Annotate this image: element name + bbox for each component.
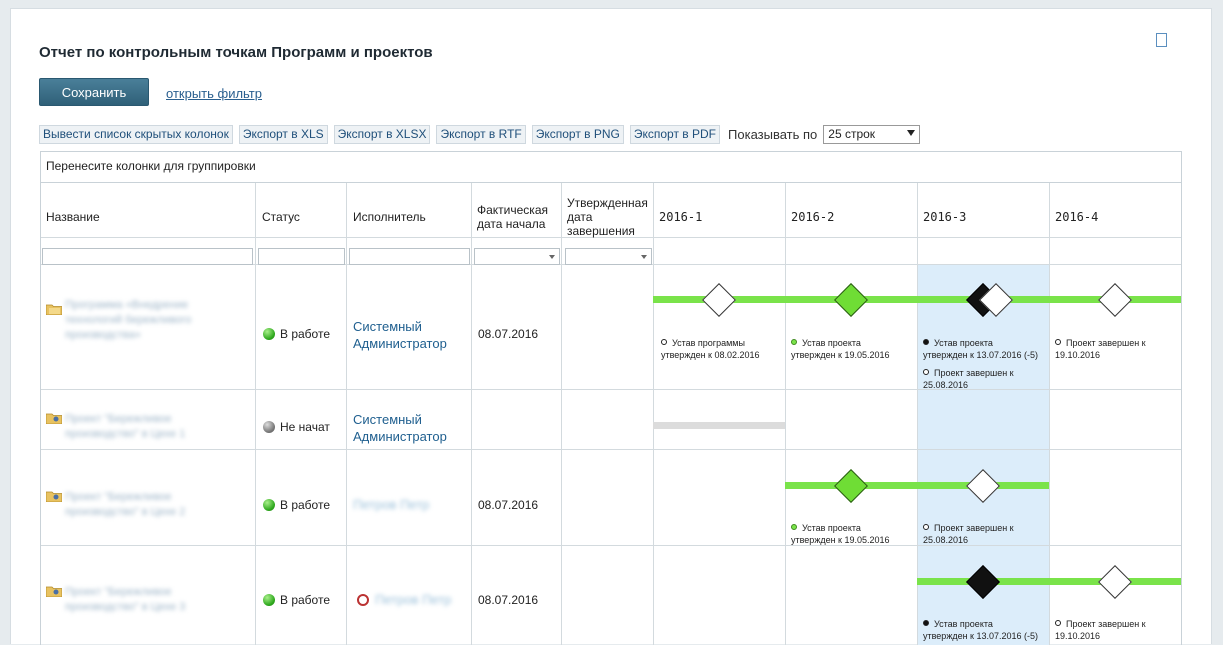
status-filter-input[interactable] (258, 248, 345, 265)
milestone-diamond-icon[interactable] (834, 283, 868, 317)
export-png-button[interactable]: Экспорт в PNG (531, 124, 624, 144)
col-divider (1049, 183, 1050, 645)
col-header-start-line: дата начала (477, 217, 546, 231)
page-size-value: 25 строк (828, 126, 876, 141)
row-1-milestone-3b-label: Проект завершен к 25.08.2016 (923, 368, 1014, 390)
row-3-status: В работе (263, 498, 330, 512)
export-xlsx-button[interactable]: Экспорт в XLSX (333, 124, 431, 144)
row-1-name[interactable]: Программа «Внедрение технологий бережлив… (65, 298, 191, 343)
row-4-milestone-3-label: Устав проекта утвержден к 13.07.2016 (-5… (923, 619, 1039, 641)
export-toolbar: Вывести список скрытых колонок Экспорт в… (39, 124, 921, 144)
col-divider (255, 183, 256, 645)
end-date-filter[interactable] (565, 248, 652, 265)
col-header-end-line: Утвержденная (567, 196, 648, 210)
col-divider (653, 183, 654, 645)
row-3-assignee[interactable]: Петров Петр (353, 496, 429, 513)
row-4-milestone-4-label: Проект завершен к 19.10.2016 (1055, 619, 1146, 641)
row-4-assignee[interactable]: Петров Петр (375, 591, 451, 608)
col-divider (471, 183, 472, 645)
folder-icon (46, 586, 62, 597)
row-3-milestone-3-label: Проект завершен к 25.08.2016 (923, 523, 1014, 545)
folder-icon (46, 413, 62, 424)
milestone-diamond-icon[interactable] (1098, 565, 1132, 599)
col-header-assignee[interactable]: Исполнитель (353, 210, 426, 224)
col-header-2016-2: 2016-2 (791, 210, 835, 224)
row-1-milestone-1-label: Устав программы утвержден к 08.02.2016 (661, 338, 760, 360)
milestone-diamond-icon[interactable] (1098, 283, 1132, 317)
row-1-status: В работе (263, 327, 330, 341)
col-header-2016-4: 2016-4 (1055, 210, 1099, 224)
status-dot-icon (263, 594, 275, 606)
row-1-start-date: 08.07.2016 (478, 327, 539, 341)
folder-icon (46, 304, 62, 315)
group-drop-zone[interactable]: Перенесите колонки для группировки (41, 152, 1181, 183)
row-2-name[interactable]: Проект "Бережливое производство" в Цехе … (65, 412, 185, 442)
col-divider (785, 183, 786, 645)
col-header-start[interactable]: Фактическая дата начала (477, 203, 548, 231)
row-3-timeline-bar (785, 482, 1049, 489)
bullet-icon (923, 620, 929, 626)
assignee-filter-input[interactable] (349, 248, 470, 265)
row-4-timeline-bar (917, 578, 1181, 585)
page-size-select[interactable]: 25 строк (823, 124, 921, 144)
row-4-name[interactable]: Проект "Бережливое производство" в Цехе … (65, 585, 185, 615)
fullscreen-icon[interactable] (1156, 33, 1167, 47)
bullet-icon (791, 339, 797, 345)
col-header-end[interactable]: Утвержденная дата завершения (567, 196, 648, 238)
row-2-timeline-bar (653, 422, 785, 429)
row-4-status: В работе (263, 593, 330, 607)
status-dot-icon (263, 421, 275, 433)
page-title: Отчет по контрольным точкам Программ и п… (39, 44, 433, 61)
dropdown-arrow-icon (641, 255, 647, 259)
row-1-assignee[interactable]: Системный Администратор (353, 318, 447, 352)
col-divider (917, 183, 918, 645)
bullet-icon (923, 339, 929, 345)
hidden-columns-button[interactable]: Вывести список скрытых колонок (39, 124, 233, 144)
folder-icon (46, 491, 62, 502)
start-date-filter[interactable] (474, 248, 560, 265)
dropdown-arrow-icon (549, 255, 555, 259)
bullet-icon (661, 339, 667, 345)
row-3-milestone-2-label: Устав проекта утвержден к 19.05.2016 (791, 523, 890, 545)
col-header-2016-3: 2016-3 (923, 210, 967, 224)
report-grid: Перенесите колонки для группировки Назва… (40, 151, 1182, 645)
row-4-start-date: 08.07.2016 (478, 593, 539, 607)
dropdown-arrow-icon (907, 129, 916, 136)
status-dot-icon (263, 328, 275, 340)
report-panel: Отчет по контрольным точкам Программ и п… (10, 8, 1212, 645)
milestone-diamond-icon[interactable] (702, 283, 736, 317)
bullet-icon (923, 369, 929, 375)
milestone-diamond-icon[interactable] (834, 469, 868, 503)
save-button[interactable]: Сохранить (39, 78, 149, 106)
row-3-start-date: 08.07.2016 (478, 498, 539, 512)
col-header-name[interactable]: Название (46, 210, 100, 224)
export-rtf-button[interactable]: Экспорт в RTF (436, 124, 526, 144)
col-header-status[interactable]: Статус (262, 210, 300, 224)
bullet-icon (791, 524, 797, 530)
col-header-end-line: завершения (567, 224, 635, 238)
export-xls-button[interactable]: Экспорт в XLS (238, 124, 328, 144)
row-2-assignee[interactable]: Системный Администратор (353, 411, 447, 445)
row-1-milestone-2-label: Устав проекта утвержден к 19.05.2016 (791, 338, 890, 360)
clock-icon (357, 594, 369, 606)
export-pdf-button[interactable]: Экспорт в PDF (629, 124, 721, 144)
bullet-icon (1055, 620, 1061, 626)
row-divider (41, 449, 1181, 450)
bullet-icon (923, 524, 929, 530)
col-divider (346, 183, 347, 645)
row-1-milestone-4-label: Проект завершен к 19.10.2016 (1055, 338, 1146, 360)
col-header-start-line: Фактическая (477, 203, 548, 217)
bullet-icon (1055, 339, 1061, 345)
row-1-milestone-3-label: Устав проекта утвержден к 13.07.2016 (-5… (923, 338, 1039, 360)
row-2-status: Не начат (263, 420, 330, 434)
col-header-2016-1: 2016-1 (659, 210, 703, 224)
open-filter-link[interactable]: открыть фильтр (166, 86, 262, 101)
page-size-label: Показывать по (728, 126, 818, 142)
status-dot-icon (263, 499, 275, 511)
col-divider (561, 183, 562, 645)
name-filter-input[interactable] (42, 248, 253, 265)
col-header-end-line: дата (567, 210, 593, 224)
row-3-name[interactable]: Проект "Бережливое производство" в Цехе … (65, 490, 185, 520)
